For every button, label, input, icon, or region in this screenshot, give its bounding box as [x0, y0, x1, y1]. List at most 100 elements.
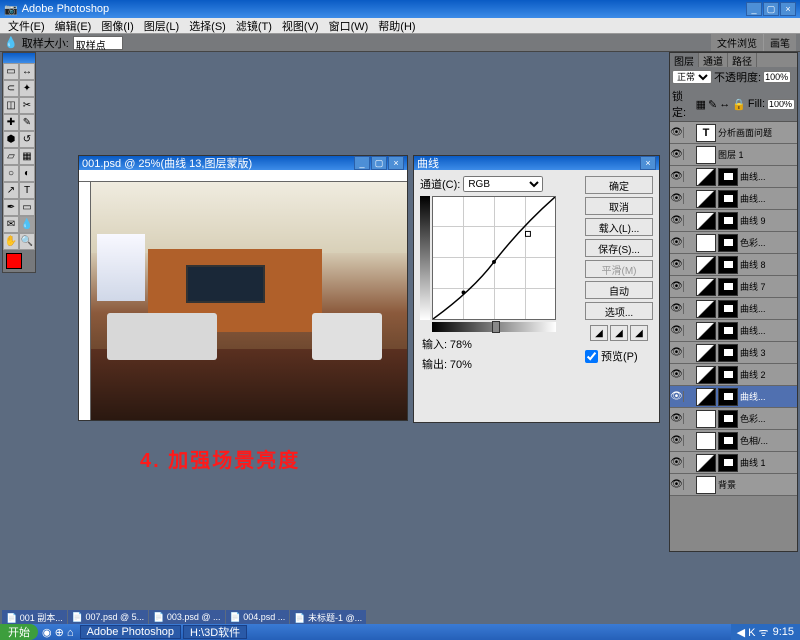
- lasso-tool[interactable]: ⊂: [3, 80, 19, 97]
- layer-row[interactable]: 👁曲线...: [670, 188, 797, 210]
- menu-window[interactable]: 窗口(W): [325, 18, 373, 34]
- white-point-icon[interactable]: ◢: [630, 325, 648, 341]
- cancel-button[interactable]: 取消: [585, 197, 653, 215]
- tab-channels[interactable]: 通道: [699, 53, 728, 67]
- input-gradient[interactable]: [432, 322, 556, 332]
- layer-thumb[interactable]: [696, 476, 716, 494]
- canvas[interactable]: [91, 182, 407, 420]
- layer-thumb[interactable]: [696, 278, 716, 296]
- auto-button[interactable]: 自动: [585, 281, 653, 299]
- layer-row[interactable]: 👁曲线...: [670, 166, 797, 188]
- layer-thumb[interactable]: [696, 366, 716, 384]
- marquee-tool[interactable]: ▭: [3, 63, 19, 80]
- layer-thumb[interactable]: [696, 388, 716, 406]
- layer-row[interactable]: 👁曲线 3: [670, 342, 797, 364]
- hand-tool[interactable]: ✋: [3, 233, 19, 250]
- doc-min-button[interactable]: _: [354, 156, 370, 170]
- path-tool[interactable]: ↗: [3, 182, 19, 199]
- layer-thumb[interactable]: [696, 432, 716, 450]
- window-tab[interactable]: 📄 001 副本...: [2, 610, 67, 624]
- layer-thumb[interactable]: [696, 212, 716, 230]
- tab-brush[interactable]: 画笔: [764, 34, 796, 51]
- layer-row[interactable]: 👁曲线 7: [670, 276, 797, 298]
- black-point-icon[interactable]: ◢: [590, 325, 608, 341]
- visibility-icon[interactable]: 👁: [670, 281, 684, 292]
- layer-mask[interactable]: [718, 410, 738, 428]
- layer-row[interactable]: 👁曲线 1: [670, 452, 797, 474]
- crop-tool[interactable]: ◫: [3, 97, 19, 114]
- visibility-icon[interactable]: 👁: [670, 435, 684, 446]
- options-button[interactable]: 选项...: [585, 302, 653, 320]
- layer-row[interactable]: 👁色彩...: [670, 408, 797, 430]
- layer-mask[interactable]: [718, 454, 738, 472]
- layer-thumb[interactable]: [696, 190, 716, 208]
- layer-thumb[interactable]: [696, 234, 716, 252]
- layer-row[interactable]: 👁T分析画面问题: [670, 122, 797, 144]
- taskbar-item[interactable]: Adobe Photoshop: [80, 625, 181, 639]
- menu-file[interactable]: 文件(E): [4, 18, 49, 34]
- blend-mode-select[interactable]: 正常: [672, 70, 712, 84]
- visibility-icon[interactable]: 👁: [670, 457, 684, 468]
- stamp-tool[interactable]: ⬢: [3, 131, 19, 148]
- layer-thumb[interactable]: [696, 300, 716, 318]
- preview-checkbox[interactable]: 预览(P): [585, 348, 653, 364]
- visibility-icon[interactable]: 👁: [670, 347, 684, 358]
- layer-row[interactable]: 👁曲线...: [670, 298, 797, 320]
- layer-thumb[interactable]: [696, 256, 716, 274]
- layer-mask[interactable]: [718, 432, 738, 450]
- layer-mask[interactable]: [718, 234, 738, 252]
- visibility-icon[interactable]: 👁: [670, 325, 684, 336]
- tray-icons[interactable]: ◀ K ᯤ: [737, 625, 769, 640]
- maximize-button[interactable]: ▢: [763, 2, 779, 16]
- lock-all-icon[interactable]: 🔒: [732, 98, 746, 111]
- layer-mask[interactable]: [718, 322, 738, 340]
- layer-row[interactable]: 👁背景: [670, 474, 797, 496]
- layer-thumb[interactable]: [696, 410, 716, 428]
- menu-edit[interactable]: 编辑(E): [51, 18, 96, 34]
- channel-select[interactable]: RGB: [463, 176, 543, 192]
- gray-point-icon[interactable]: ◢: [610, 325, 628, 341]
- dodge-tool[interactable]: ◐: [19, 165, 35, 182]
- lock-transparent-icon[interactable]: ▦: [696, 98, 706, 111]
- layer-mask[interactable]: [718, 256, 738, 274]
- layer-row[interactable]: 👁曲线...: [670, 320, 797, 342]
- layer-row[interactable]: 👁色彩...: [670, 232, 797, 254]
- heal-tool[interactable]: ✚: [3, 114, 19, 131]
- visibility-icon[interactable]: 👁: [670, 369, 684, 380]
- layer-row[interactable]: 👁曲线 8: [670, 254, 797, 276]
- visibility-icon[interactable]: 👁: [670, 479, 684, 490]
- history-brush-tool[interactable]: ↺: [19, 131, 35, 148]
- minimize-button[interactable]: _: [746, 2, 762, 16]
- layer-thumb[interactable]: [696, 322, 716, 340]
- doc-close-button[interactable]: ×: [388, 156, 404, 170]
- save-button[interactable]: 保存(S)...: [585, 239, 653, 257]
- layer-thumb[interactable]: [696, 454, 716, 472]
- sample-size-select[interactable]: 取样点: [73, 36, 123, 50]
- layer-mask[interactable]: [718, 168, 738, 186]
- tab-paths[interactable]: 路径: [728, 53, 757, 67]
- visibility-icon[interactable]: 👁: [670, 237, 684, 248]
- visibility-icon[interactable]: 👁: [670, 303, 684, 314]
- menu-select[interactable]: 选择(S): [185, 18, 230, 34]
- menu-view[interactable]: 视图(V): [278, 18, 323, 34]
- doc-max-button[interactable]: ▢: [371, 156, 387, 170]
- ok-button[interactable]: 确定: [585, 176, 653, 194]
- menu-layer[interactable]: 图层(L): [140, 18, 183, 34]
- layer-row[interactable]: 👁曲线...: [670, 386, 797, 408]
- midpoint-handle[interactable]: [492, 321, 500, 333]
- window-tab[interactable]: 📄 007.psd @ 5...: [68, 610, 148, 624]
- start-button[interactable]: 开始: [0, 624, 38, 640]
- curves-graph[interactable]: [432, 196, 556, 320]
- brush-tool[interactable]: ✎: [19, 114, 35, 131]
- visibility-icon[interactable]: 👁: [670, 193, 684, 204]
- opacity-input[interactable]: [763, 71, 791, 83]
- type-tool[interactable]: T: [19, 182, 35, 199]
- fill-input[interactable]: [767, 99, 795, 110]
- layer-mask[interactable]: [718, 278, 738, 296]
- menu-help[interactable]: 帮助(H): [374, 18, 419, 34]
- load-button[interactable]: 载入(L)...: [585, 218, 653, 236]
- layer-thumb[interactable]: [696, 344, 716, 362]
- slice-tool[interactable]: ✂: [19, 97, 35, 114]
- system-tray[interactable]: ◀ K ᯤ9:15: [731, 624, 800, 640]
- close-button[interactable]: ×: [780, 2, 796, 16]
